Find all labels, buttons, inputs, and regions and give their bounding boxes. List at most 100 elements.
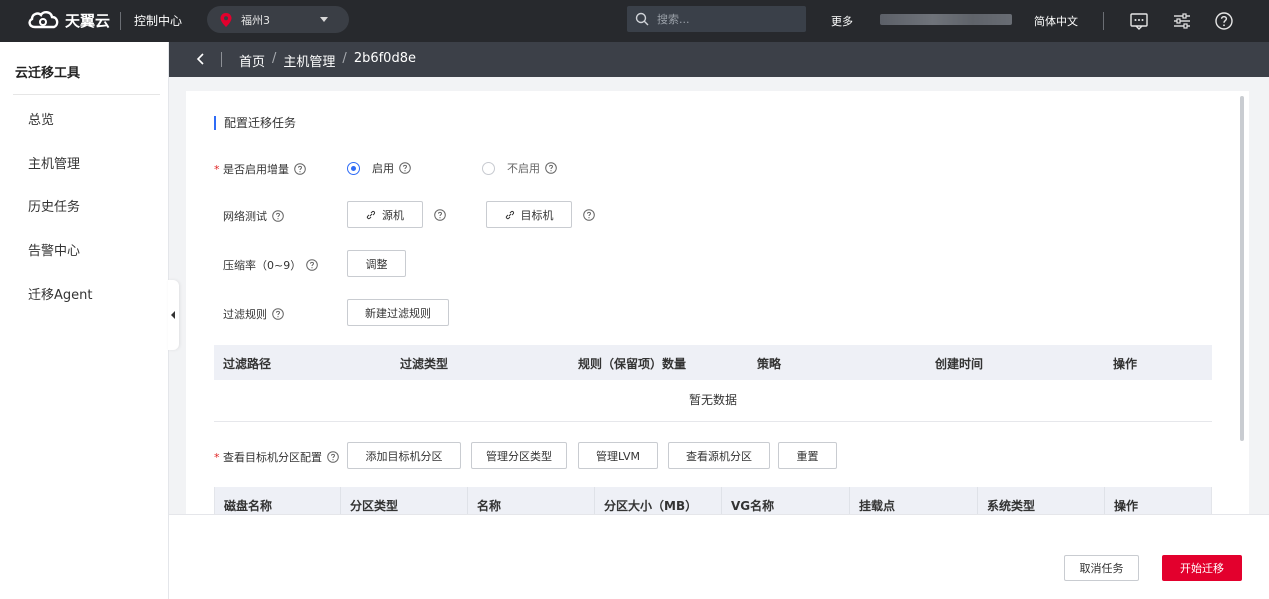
radio-dot-selected (347, 161, 360, 175)
migration-config-card: 配置迁移任务 * 是否启用增量 启用 不启用 网络测试 源机 目标机 压缩率（0… (186, 91, 1249, 514)
breadcrumb-separator: / (272, 51, 277, 66)
help-icon[interactable] (272, 210, 284, 222)
manage-partition-type-button[interactable]: 管理分区类型 (471, 442, 567, 469)
help-icon[interactable] (272, 308, 284, 320)
incremental-label: * 是否启用增量 (214, 161, 306, 177)
column-divider (977, 487, 978, 514)
column-header: 操作 (1114, 499, 1139, 513)
column-header: 系统类型 (987, 499, 1036, 513)
section-title: 配置迁移任务 (214, 116, 296, 130)
cloud-logo-icon (28, 11, 59, 29)
sidebar-item-overview[interactable]: 总览 (28, 109, 54, 128)
start-migration-button[interactable]: 开始迁移 (1162, 555, 1242, 581)
radio-dot (482, 161, 495, 175)
sidebar-item-task-history[interactable]: 历史任务 (28, 196, 80, 215)
help-icon[interactable] (545, 162, 557, 174)
network-test-label: 网络测试 (223, 208, 284, 224)
partition-config-label: * 查看目标机分区配置 (214, 449, 339, 465)
scrollbar[interactable] (1240, 96, 1244, 441)
link-icon (505, 210, 514, 219)
column-header: 规则（保留项）数量 (578, 357, 687, 371)
help-icon[interactable] (327, 451, 339, 463)
partition-table-header: 磁盘名称 分区类型 名称 分区大小（MB） VG名称 挂载点 系统类型 操作 (214, 487, 1212, 514)
required-mark: * (214, 450, 220, 464)
column-divider (849, 487, 850, 514)
location-pin-icon (220, 12, 232, 27)
help-icon[interactable] (434, 209, 446, 221)
chevron-left-icon (171, 311, 175, 319)
column-header: 过滤路径 (223, 357, 272, 371)
radio-enable[interactable]: 启用 (347, 160, 411, 176)
language-selector[interactable]: 简体中文 (1034, 13, 1078, 29)
column-divider (340, 487, 341, 514)
radio-enable-label: 启用 (372, 162, 394, 175)
column-divider (467, 487, 468, 514)
cancel-task-button[interactable]: 取消任务 (1064, 555, 1139, 581)
column-divider (1104, 487, 1105, 514)
column-divider (721, 487, 722, 514)
empty-state: 暂无数据 (214, 381, 1212, 422)
sidebar-title: 云迁移工具 (15, 66, 81, 81)
brand-logo[interactable]: 天翼云 (26, 9, 110, 31)
source-test-button[interactable]: 源机 (347, 201, 423, 228)
view-source-partition-button[interactable]: 查看源机分区 (668, 442, 770, 469)
search-box[interactable] (627, 6, 806, 32)
filter-rules-label: 过滤规则 (223, 306, 284, 322)
filter-rules-label-text: 过滤规则 (223, 308, 267, 321)
divider (13, 94, 160, 95)
filter-table-header: 过滤路径 过滤类型 规则（保留项）数量 策略 创建时间 操作 (214, 345, 1212, 380)
breadcrumb-current: 2b6f0d8e (353, 51, 416, 66)
column-divider (594, 487, 595, 514)
network-test-label-text: 网络测试 (223, 210, 267, 223)
reset-button[interactable]: 重置 (778, 442, 837, 469)
search-input[interactable] (657, 12, 797, 26)
incremental-label-text: 是否启用增量 (223, 163, 289, 176)
region-selector[interactable]: 福州3 (207, 6, 349, 33)
compression-label-text: 压缩率（0~9） (223, 259, 302, 272)
column-header: 名称 (477, 499, 502, 513)
column-header: 过滤类型 (400, 357, 449, 371)
adjust-compression-button[interactable]: 调整 (347, 250, 406, 277)
new-filter-rule-button[interactable]: 新建过滤规则 (347, 299, 449, 326)
column-header: 磁盘名称 (224, 499, 273, 513)
search-icon (635, 12, 649, 26)
chevron-down-icon (320, 17, 328, 22)
breadcrumb-home[interactable]: 首页 (239, 51, 265, 70)
account-name-redacted[interactable] (880, 14, 1012, 25)
target-test-button[interactable]: 目标机 (486, 201, 572, 228)
help-icon[interactable] (1214, 11, 1234, 31)
add-target-partition-button[interactable]: 添加目标机分区 (347, 442, 461, 469)
back-arrow-icon[interactable] (195, 53, 207, 65)
sidebar-item-migration-agent[interactable]: 迁移Agent (28, 284, 92, 303)
required-mark: * (214, 162, 220, 176)
more-menu[interactable]: 更多 (831, 13, 853, 29)
partition-config-label-text: 查看目标机分区配置 (223, 451, 322, 464)
manage-lvm-button[interactable]: 管理LVM (578, 442, 658, 469)
breadcrumb-separator: / (342, 51, 347, 66)
help-icon[interactable] (294, 163, 306, 175)
link-icon (366, 210, 376, 219)
sidebar-collapse-toggle[interactable] (168, 280, 179, 350)
message-icon[interactable] (1129, 11, 1149, 31)
column-header: 分区类型 (350, 499, 399, 513)
action-footer: 取消任务 开始迁移 (169, 514, 1269, 599)
top-navigation-bar: 天翼云 控制中心 福州3 更多 简体中文 (0, 0, 1269, 42)
breadcrumb: 首页 / 主机管理 / 2b6f0d8e (239, 51, 416, 70)
radio-disable[interactable]: 不启用 (482, 160, 557, 176)
compression-label: 压缩率（0~9） (223, 257, 319, 273)
breadcrumb-host-management[interactable]: 主机管理 (283, 51, 335, 70)
help-icon[interactable] (399, 162, 411, 174)
help-icon[interactable] (306, 259, 319, 271)
settings-sliders-icon[interactable] (1172, 11, 1192, 31)
column-header: 策略 (757, 357, 782, 371)
help-icon[interactable] (583, 209, 595, 221)
sidebar: 云迁移工具 总览 主机管理 历史任务 告警中心 迁移Agent (0, 42, 169, 599)
console-link[interactable]: 控制中心 (134, 12, 182, 29)
divider (1103, 12, 1104, 30)
divider (120, 12, 121, 30)
divider (221, 52, 222, 67)
sidebar-item-alert-center[interactable]: 告警中心 (28, 240, 80, 259)
column-header: 操作 (1113, 357, 1138, 371)
sidebar-item-host-management[interactable]: 主机管理 (28, 153, 80, 172)
column-header: VG名称 (731, 499, 775, 513)
